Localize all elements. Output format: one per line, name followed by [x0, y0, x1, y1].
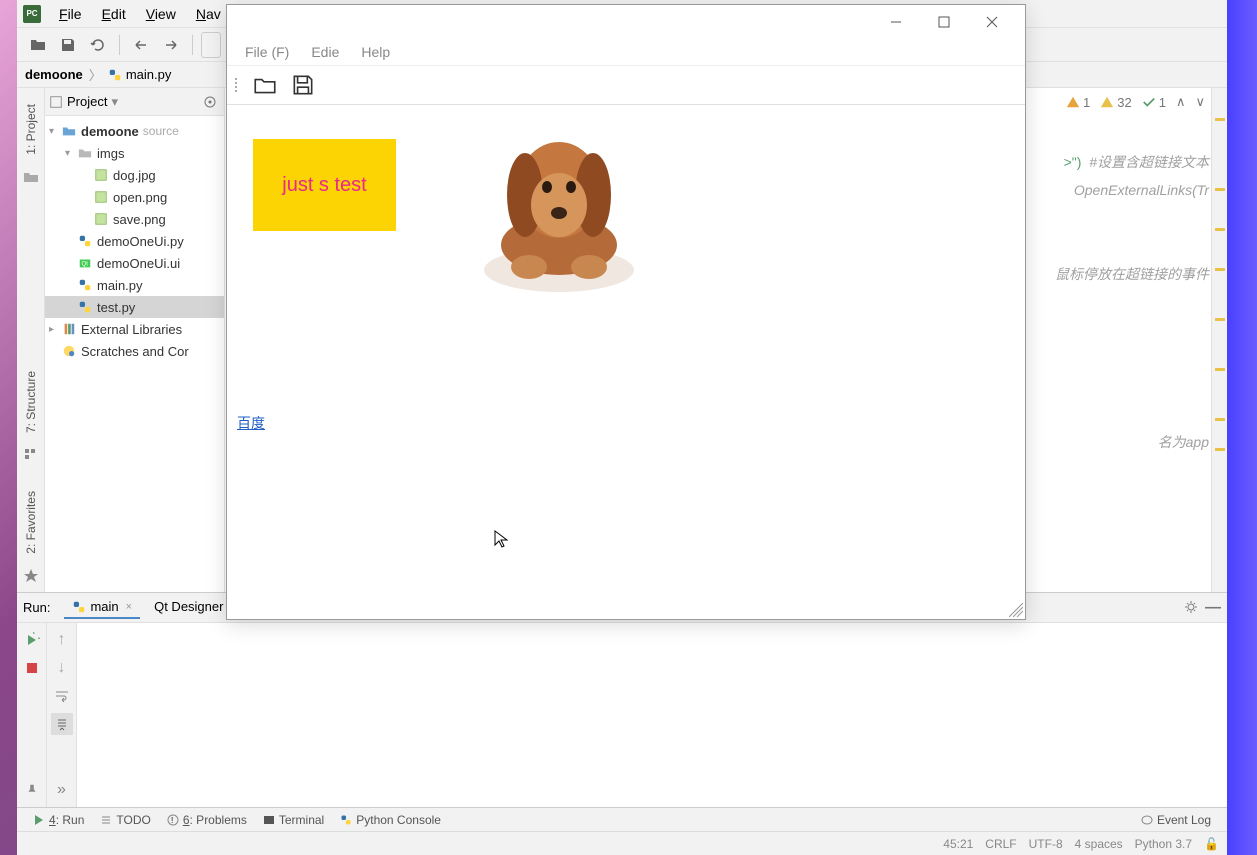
qt-menubar: File (F) Edie Help — [227, 39, 1025, 65]
scroll-icon[interactable] — [51, 713, 73, 735]
close-icon[interactable]: × — [126, 601, 132, 613]
resize-grip-icon[interactable] — [1009, 603, 1023, 617]
gutter-tab-project[interactable]: 1: Project — [22, 96, 40, 163]
status-line-ending[interactable]: CRLF — [985, 837, 1016, 851]
save-file-icon[interactable] — [289, 71, 317, 99]
minimize-panel-icon[interactable]: — — [1205, 599, 1221, 617]
qt-menu-file[interactable]: File (F) — [235, 42, 299, 62]
up-icon[interactable]: ∧ — [1176, 94, 1186, 110]
run-label: Run: — [23, 600, 50, 615]
structure-icon — [23, 447, 39, 463]
pin-icon[interactable] — [21, 779, 43, 801]
check-icon — [1142, 95, 1156, 109]
down-arrow-icon[interactable]: ↓ — [51, 657, 73, 679]
forward-icon[interactable] — [158, 32, 184, 58]
status-indent[interactable]: 4 spaces — [1075, 837, 1123, 851]
inspection-bar[interactable]: 1 32 1 ∧ ∨ — [1066, 94, 1205, 110]
rerun-icon[interactable] — [21, 629, 43, 651]
lock-icon[interactable]: 🔓 — [1204, 837, 1219, 851]
menu-edit[interactable]: Edit — [92, 4, 136, 24]
editor-scrollbar[interactable] — [1211, 88, 1227, 592]
project-panel: Project ▾ ▾ demoone source ▾ — [45, 88, 225, 592]
project-tree: ▾ demoone source ▾ imgs dog.jpg — [45, 116, 224, 592]
minimize-button[interactable] — [873, 7, 919, 37]
status-encoding[interactable]: UTF-8 — [1029, 837, 1063, 851]
status-position[interactable]: 45:21 — [943, 837, 973, 851]
gear-icon[interactable] — [1183, 599, 1199, 617]
svg-text:Qt: Qt — [82, 261, 89, 268]
more-icon[interactable]: » — [51, 779, 73, 801]
menu-navigate[interactable]: Nav — [186, 4, 231, 24]
bottom-tab-run[interactable]: 4: Run — [25, 813, 92, 827]
star-icon — [23, 568, 39, 584]
status-bar: 45:21 CRLF UTF-8 4 spaces Python 3.7 🔓 — [17, 831, 1227, 855]
run-panel: Run: main× Qt Designer× test× — — [17, 592, 1227, 807]
tree-file-main[interactable]: main.py — [45, 274, 224, 296]
gutter-tab-favorites[interactable]: 2: Favorites — [22, 483, 40, 562]
chevron-down-icon[interactable]: ▾ — [111, 94, 118, 110]
bottom-tab-eventlog[interactable]: Event Log — [1133, 813, 1219, 827]
open-icon[interactable] — [25, 32, 51, 58]
bottom-tab-todo[interactable]: TODO — [92, 813, 158, 827]
stop-icon[interactable] — [21, 657, 43, 679]
run-output[interactable] — [77, 623, 1227, 807]
down-icon[interactable]: ∨ — [1195, 94, 1205, 110]
qt-menu-edit[interactable]: Edie — [301, 42, 349, 62]
target-icon[interactable] — [200, 92, 220, 112]
tree-file-dog[interactable]: dog.jpg — [45, 164, 224, 186]
refresh-icon[interactable] — [85, 32, 111, 58]
tree-file-demoui-ui[interactable]: Qt demoOneUi.ui — [45, 252, 224, 274]
svg-text:!: ! — [171, 816, 173, 825]
dog-image — [477, 105, 642, 300]
qt-content-area: just s test — [227, 105, 1025, 619]
tree-file-demoui-py[interactable]: demoOneUi.py — [45, 230, 224, 252]
bottom-tab-pyconsole[interactable]: Python Console — [332, 813, 449, 827]
maximize-button[interactable] — [921, 7, 967, 37]
warning-triangle-icon — [1066, 95, 1080, 109]
bottom-tool-bar: 4: Run TODO !6: Problems Terminal Python… — [17, 807, 1227, 831]
tree-scratches[interactable]: Scratches and Cor — [45, 340, 224, 362]
bottom-tab-problems[interactable]: !6: Problems — [159, 813, 255, 827]
qt-titlebar[interactable] — [227, 5, 1025, 39]
code-visible: >") #设置含超链接文本 OpenExternalLinks(Tr 鼠标停放在… — [1055, 148, 1209, 456]
qt-menu-help[interactable]: Help — [351, 42, 400, 62]
cursor-icon — [494, 530, 508, 548]
tree-root[interactable]: ▾ demoone source — [45, 120, 224, 142]
breadcrumb-project[interactable]: demoone — [25, 67, 83, 82]
baidu-link[interactable]: 百度 — [237, 413, 265, 433]
menu-view[interactable]: View — [136, 4, 186, 24]
bottom-tab-terminal[interactable]: Terminal — [255, 813, 332, 827]
tree-file-save[interactable]: save.png — [45, 208, 224, 230]
tree-file-open[interactable]: open.png — [45, 186, 224, 208]
pycharm-icon: PC — [23, 5, 41, 23]
status-python[interactable]: Python 3.7 — [1135, 837, 1192, 851]
folder-icon — [23, 169, 39, 185]
tree-folder-imgs[interactable]: ▾ imgs — [45, 142, 224, 164]
qt-app-window: File (F) Edie Help just s test — [226, 4, 1026, 620]
toolbar-grip-icon[interactable] — [235, 78, 241, 92]
qt-toolbar — [227, 65, 1025, 105]
left-tool-gutter: 1: Project 7: Structure 2: Favorites — [17, 88, 45, 592]
yellow-label: just s test — [253, 139, 396, 231]
tree-external-libs[interactable]: ▸ External Libraries — [45, 318, 224, 340]
save-icon[interactable] — [55, 32, 81, 58]
gutter-tab-structure[interactable]: 7: Structure — [22, 363, 40, 441]
warning-triangle-icon — [1100, 95, 1114, 109]
config-button[interactable] — [201, 32, 221, 58]
breadcrumb-file[interactable]: main.py — [108, 67, 172, 82]
back-icon[interactable] — [128, 32, 154, 58]
run-tab-main[interactable]: main× — [64, 596, 140, 619]
close-button[interactable] — [969, 7, 1015, 37]
wrap-icon[interactable] — [51, 685, 73, 707]
open-folder-icon[interactable] — [251, 71, 279, 99]
up-arrow-icon[interactable]: ↑ — [51, 629, 73, 651]
project-panel-title: Project — [67, 94, 107, 109]
tree-file-test[interactable]: test.py — [45, 296, 224, 318]
project-icon — [49, 95, 63, 109]
menu-file[interactable]: File — [49, 4, 92, 24]
